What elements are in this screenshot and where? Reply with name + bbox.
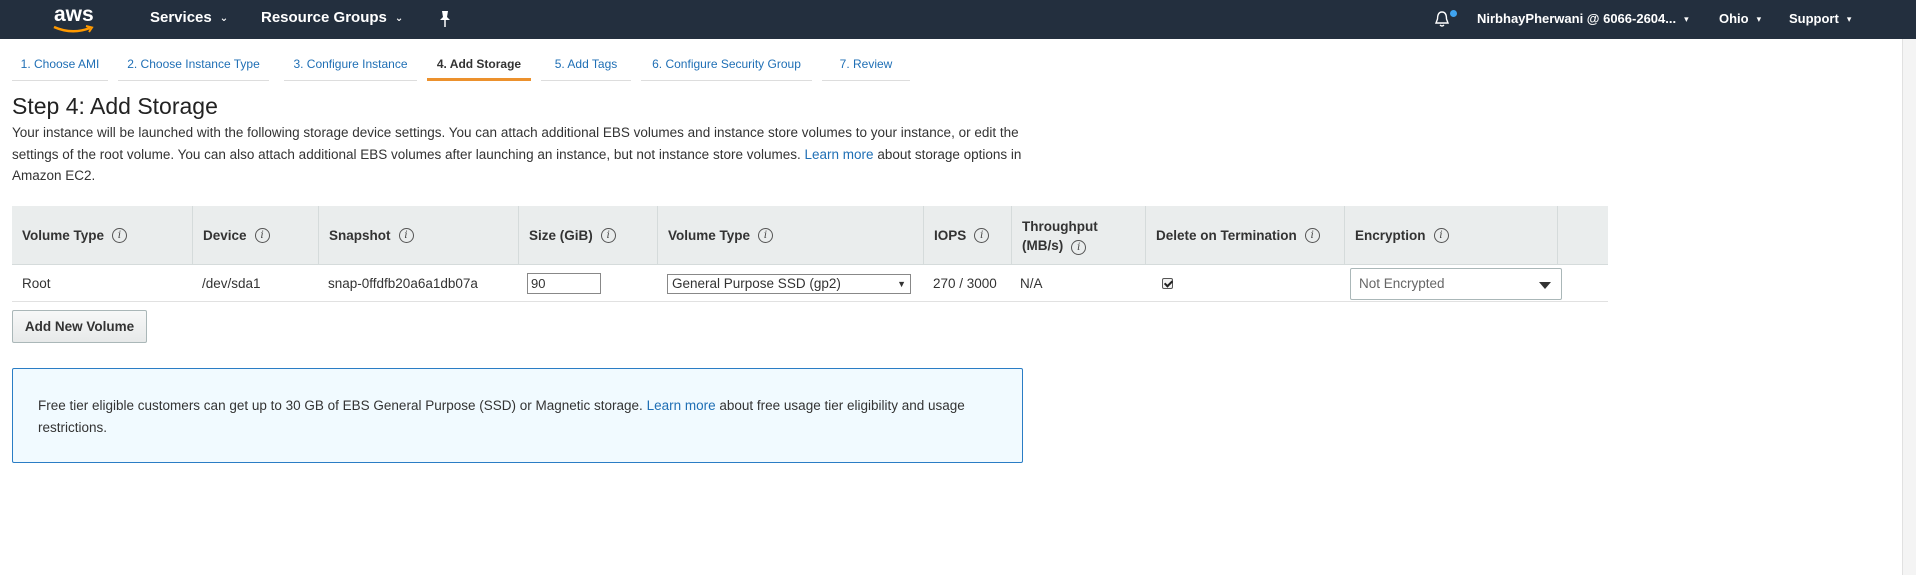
bell-icon[interactable] <box>1434 10 1450 28</box>
header-volume-type: Volume Type i <box>12 206 192 265</box>
cell-volume-type: Root <box>22 276 51 291</box>
tab-choose-instance-type[interactable]: 2. Choose Instance Type <box>118 48 269 81</box>
tab-configure-instance[interactable]: 3. Configure Instance <box>284 48 417 81</box>
header-label: Volume Type <box>22 228 105 243</box>
cell-snapshot: snap-0ffdfb20a6a1db07a <box>328 276 478 291</box>
info-learn-more-link[interactable]: Learn more <box>647 398 716 413</box>
header-label: Snapshot <box>329 228 391 243</box>
tab-configure-security-group[interactable]: 6. Configure Security Group <box>641 48 812 81</box>
info-icon[interactable]: i <box>1433 228 1449 243</box>
region-menu[interactable]: Ohio ▾ <box>1719 11 1761 26</box>
cell-size <box>527 265 601 302</box>
delete-on-termination-checkbox[interactable] <box>1162 278 1173 289</box>
caret-down-icon <box>1539 281 1551 289</box>
header-label: Encryption <box>1355 228 1426 243</box>
header-size: Size (GiB) i <box>518 206 657 265</box>
pin-icon[interactable] <box>437 10 453 28</box>
tab-choose-ami[interactable]: 1. Choose AMI <box>12 48 108 81</box>
cell-throughput: N/A <box>1020 276 1043 291</box>
notification-dot <box>1450 10 1457 17</box>
header-snapshot: Snapshot i <box>318 206 518 265</box>
vertical-scrollbar[interactable] <box>1902 39 1916 575</box>
encryption-value: Not Encrypted <box>1359 275 1445 291</box>
info-icon[interactable]: i <box>1304 228 1320 243</box>
header-label: IOPS <box>934 228 967 243</box>
header-encryption: Encryption i <box>1344 206 1557 265</box>
support-label: Support <box>1789 11 1839 26</box>
account-label: NirbhayPherwani @ 6066-2604... <box>1477 11 1677 26</box>
volume-type-value: General Purpose SSD (gp2) <box>672 275 841 291</box>
learn-more-link[interactable]: Learn more <box>805 147 874 162</box>
page-description: Your instance will be launched with the … <box>12 122 1032 187</box>
cell-volume-type-select: General Purpose SSD (gp2) ▼ <box>667 265 911 302</box>
dropdown-arrow-icon: ▼ <box>897 278 906 289</box>
tab-review[interactable]: 7. Review <box>822 48 910 81</box>
throughput-label: Throughput (MB/s) i <box>1022 217 1098 255</box>
cell-delete-on-termination <box>1162 265 1173 302</box>
header-label: (MB/s) <box>1022 237 1064 253</box>
chevron-down-icon: ▾ <box>1846 14 1852 25</box>
size-input[interactable] <box>527 273 601 294</box>
aws-smile-icon <box>53 25 94 33</box>
chevron-down-icon: ⌄ <box>394 12 404 24</box>
resource-groups-menu[interactable]: Resource Groups ⌄ <box>261 9 403 26</box>
header-label: Delete on Termination <box>1156 228 1297 243</box>
info-icon[interactable]: i <box>398 228 414 243</box>
header-label: Throughput <box>1022 218 1098 234</box>
cell-iops: 270 / 3000 <box>933 276 997 291</box>
services-label: Services <box>150 9 212 26</box>
aws-logo[interactable]: aws <box>52 3 96 35</box>
header-volume-type-select: Volume Type i <box>657 206 923 265</box>
header-label: Device <box>203 228 247 243</box>
cell-encryption: Not Encrypted <box>1350 265 1562 302</box>
account-menu[interactable]: NirbhayPherwani @ 6066-2604... ▾ <box>1477 11 1689 26</box>
info-icon[interactable]: i <box>974 228 990 243</box>
tab-add-tags[interactable]: 5. Add Tags <box>541 48 631 81</box>
chevron-down-icon: ⌄ <box>219 12 229 24</box>
info-text: Free tier eligible customers can get up … <box>38 398 643 413</box>
encryption-select[interactable]: Not Encrypted <box>1350 267 1562 300</box>
chevron-down-icon: ▾ <box>1756 14 1762 25</box>
info-icon[interactable]: i <box>1071 239 1087 255</box>
header-label-line2: (MB/s) i <box>1022 236 1098 255</box>
header-throughput: Throughput (MB/s) i <box>1011 206 1145 265</box>
info-icon[interactable]: i <box>758 228 774 243</box>
aws-logo-text: aws <box>54 3 94 26</box>
header-actions <box>1557 206 1608 265</box>
free-tier-info-box: Free tier eligible customers can get up … <box>12 368 1023 463</box>
add-new-volume-button[interactable]: Add New Volume <box>12 310 147 343</box>
services-menu[interactable]: Services ⌄ <box>150 9 228 26</box>
header-delete-on-termination: Delete on Termination i <box>1145 206 1344 265</box>
region-label: Ohio <box>1719 11 1749 26</box>
info-icon[interactable]: i <box>600 228 616 243</box>
chevron-down-icon: ▾ <box>1684 14 1689 25</box>
info-icon[interactable]: i <box>112 228 128 243</box>
cell-device: /dev/sda1 <box>202 276 261 291</box>
top-navigation-bar: aws Services ⌄ Resource Groups ⌄ NirbhayPh… <box>0 0 1916 39</box>
page-title: Step 4: Add Storage <box>12 93 218 119</box>
header-label: Volume Type <box>668 228 751 243</box>
volume-type-select[interactable]: General Purpose SSD (gp2) ▼ <box>667 273 911 294</box>
table-row: Root /dev/sda1 snap-0ffdfb20a6a1db07a Ge… <box>12 265 1608 302</box>
tab-add-storage[interactable]: 4. Add Storage <box>427 48 531 81</box>
storage-table-header: Volume Type i Device i Snapshot i Size (GiB… <box>12 206 1608 265</box>
header-iops: IOPS i <box>923 206 1011 265</box>
header-label: Size (GiB) <box>529 228 593 243</box>
header-device: Device i <box>192 206 318 265</box>
resource-groups-label: Resource Groups <box>261 9 387 26</box>
info-icon[interactable]: i <box>254 228 270 243</box>
support-menu[interactable]: Support ▾ <box>1789 11 1851 26</box>
